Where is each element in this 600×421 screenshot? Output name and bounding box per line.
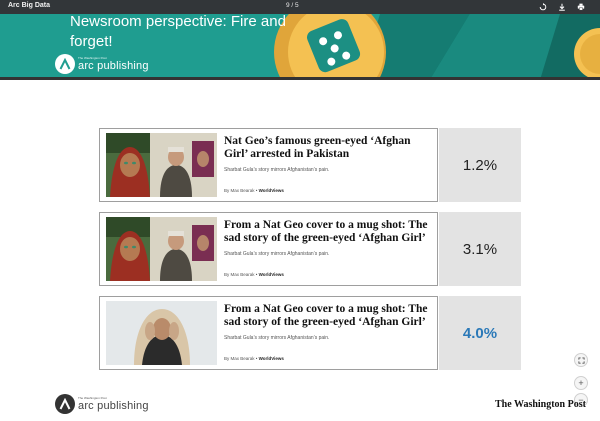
percent-value: 3.1%: [439, 212, 521, 286]
variant-row: From a Nat Geo cover to a mug shot: The …: [99, 296, 521, 370]
print-icon: [577, 3, 585, 11]
pdf-viewer: Arc Big Data 9 / 5 Newsroom perspective:…: [0, 0, 600, 421]
rotate-icon: [539, 3, 547, 11]
download-icon: [559, 3, 565, 11]
arc-publishing-logo-footer: The Washington Post arc publishing: [55, 394, 149, 414]
banner-divider: [0, 77, 600, 80]
washington-post-logo: The Washington Post: [495, 399, 586, 410]
byline-author: By Max Bearak: [224, 356, 255, 361]
card-subhead: Sharbat Gula’s story mirrors Afghanistan…: [224, 167, 330, 173]
percent-value: 1.2%: [439, 128, 521, 202]
byline-author: By Max Bearak: [224, 272, 255, 277]
headline-card[interactable]: Nat Geo’s famous green-eyed ‘Afghan Girl…: [99, 128, 438, 202]
banner-headline: Newsroom perspective: Fire and forget!: [70, 14, 286, 50]
headline-card[interactable]: From a Nat Geo cover to a mug shot: The …: [99, 212, 438, 286]
arc-logo-icon: [55, 394, 75, 414]
page-indicator[interactable]: 9 / 5: [286, 2, 299, 9]
card-headline: From a Nat Geo cover to a mug shot: The …: [224, 219, 428, 244]
arc-publishing-logo: The Washington Post arc publishing: [55, 54, 149, 74]
byline-section: WorldViews: [258, 188, 284, 193]
zoom-in-button[interactable]: +: [574, 376, 588, 390]
card-byline: By Max Bearak • WorldViews: [224, 356, 284, 361]
headline-card[interactable]: From a Nat Geo cover to a mug shot: The …: [99, 296, 438, 370]
zoom-in-icon: +: [578, 378, 584, 388]
card-headline: Nat Geo’s famous green-eyed ‘Afghan Girl…: [224, 135, 411, 160]
card-subhead: Sharbat Gula’s story mirrors Afghanistan…: [224, 335, 330, 341]
byline-section: WorldViews: [258, 272, 284, 277]
article-thumbnail: [106, 217, 217, 281]
article-thumbnail: [106, 301, 217, 365]
variant-row: Nat Geo’s famous green-eyed ‘Afghan Girl…: [99, 128, 521, 202]
logo-name: arc publishing: [78, 60, 149, 72]
fit-page-button[interactable]: [574, 353, 588, 367]
card-byline: By Max Bearak • WorldViews: [224, 272, 284, 277]
byline-section: WorldViews: [258, 356, 284, 361]
variant-row: From a Nat Geo cover to a mug shot: The …: [99, 212, 521, 286]
fit-page-icon: [577, 356, 585, 364]
card-headline: From a Nat Geo cover to a mug shot: The …: [224, 303, 428, 328]
download-button[interactable]: [556, 1, 568, 13]
rotate-button[interactable]: [537, 1, 549, 13]
header-banner: Newsroom perspective: Fire and forget! T…: [0, 14, 600, 80]
logo-name: arc publishing: [78, 400, 149, 412]
pdf-toolbar: Arc Big Data 9 / 5: [0, 0, 600, 14]
arc-logo-icon: [55, 54, 75, 74]
byline-author: By Max Bearak: [224, 188, 255, 193]
card-subhead: Sharbat Gula’s story mirrors Afghanistan…: [224, 251, 330, 257]
winning-percent-value: 4.0%: [439, 296, 521, 370]
card-byline: By Max Bearak • WorldViews: [224, 188, 284, 193]
print-button[interactable]: [575, 1, 587, 13]
document-title: Arc Big Data: [8, 2, 51, 9]
article-thumbnail: [106, 133, 217, 197]
